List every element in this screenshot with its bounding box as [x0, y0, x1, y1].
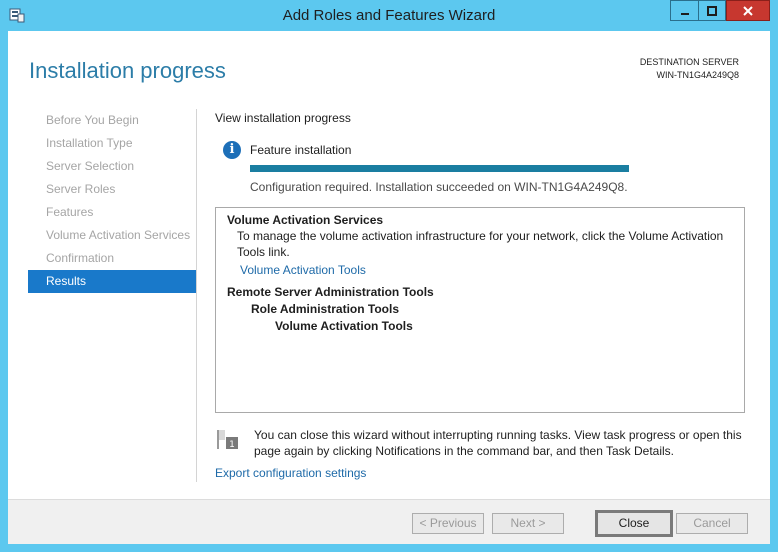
- vas-heading: Volume Activation Services: [227, 213, 384, 227]
- nav-item-installation-type: Installation Type: [46, 136, 133, 150]
- nav-item-server-roles: Server Roles: [46, 182, 116, 196]
- role-admin-tools-heading: Role Administration Tools: [251, 302, 400, 316]
- page-title: Installation progress: [29, 58, 226, 83]
- rsat-heading: Remote Server Administration Tools: [227, 285, 434, 299]
- close-wizard-note: You can close this wizard without interr…: [254, 428, 742, 458]
- nav-item-before-you-begin: Before You Begin: [46, 113, 139, 127]
- close-button[interactable]: Close: [595, 510, 673, 537]
- title-bar[interactable]: Add Roles and Features Wizard: [0, 0, 778, 31]
- installation-progress-bar: [250, 165, 629, 172]
- nav-item-results[interactable]: Results: [28, 270, 196, 293]
- window-close-button[interactable]: [726, 0, 770, 21]
- feature-installation-title: Feature installation: [250, 143, 352, 157]
- nav-item-features: Features: [46, 205, 94, 219]
- nav-item-confirmation: Confirmation: [46, 251, 115, 265]
- results-box[interactable]: Volume Activation Services To manage the…: [215, 207, 745, 413]
- maximize-icon: [707, 5, 717, 16]
- next-button[interactable]: Next >: [492, 513, 564, 534]
- volume-activation-tools-link[interactable]: Volume Activation Tools: [240, 263, 366, 277]
- flag-notification-icon: 1: [217, 430, 238, 450]
- destination-server-name: WIN-TN1G4A249Q8: [656, 70, 739, 80]
- export-configuration-link[interactable]: Export configuration settings: [215, 466, 366, 480]
- nav-item-server-selection: Server Selection: [46, 159, 135, 173]
- section-title: View installation progress: [215, 111, 351, 125]
- window-title: Add Roles and Features Wizard: [282, 7, 496, 24]
- previous-button[interactable]: < Previous: [412, 513, 484, 534]
- close-icon: [743, 5, 753, 16]
- installation-status: Configuration required. Installation suc…: [250, 180, 628, 194]
- destination-server-label: DESTINATION SERVER: [639, 57, 739, 67]
- wizard-window: Add Roles and Features Wizard Installati…: [0, 0, 778, 552]
- maximize-button[interactable]: [698, 0, 726, 21]
- wizard-footer: < Previous Next > Close Cancel: [8, 499, 770, 544]
- nav-item-volume-activation-services: Volume Activation Services: [46, 228, 191, 242]
- nav-divider: [196, 109, 197, 482]
- progress-fill: [250, 165, 629, 172]
- cancel-button[interactable]: Cancel: [676, 513, 748, 534]
- wizard-content: Installation progress DESTINATION SERVER…: [8, 31, 770, 544]
- svg-text:1: 1: [229, 440, 235, 450]
- minimize-button[interactable]: [670, 0, 698, 21]
- minimize-icon: [680, 12, 689, 15]
- info-icon: i: [223, 141, 241, 159]
- wizard-nav: Before You Begin Installation Type Serve…: [28, 109, 196, 293]
- volume-activation-tools-heading: Volume Activation Tools: [275, 319, 413, 333]
- vas-description: To manage the volume activation infrastr…: [237, 229, 724, 259]
